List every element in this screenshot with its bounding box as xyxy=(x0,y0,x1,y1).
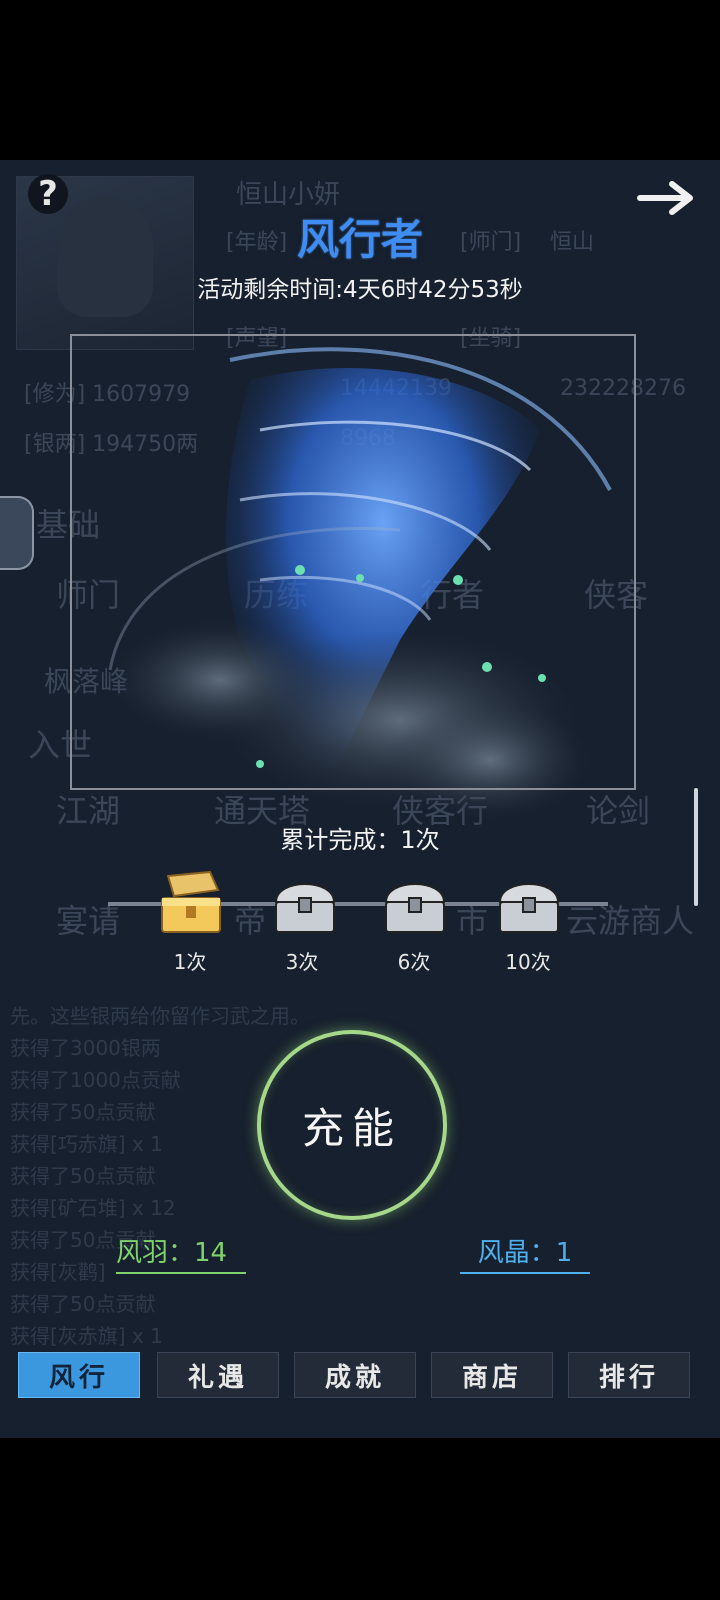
log-line: 获得了3000银两 xyxy=(10,1036,161,1060)
event-title: 风行者 xyxy=(296,215,423,264)
tab-liyu[interactable]: 礼遇 xyxy=(157,1352,279,1398)
tab-paihang[interactable]: 排行 xyxy=(568,1352,690,1398)
milestone-label: 3次 xyxy=(285,950,319,974)
milestone-label: 10次 xyxy=(505,950,551,974)
completed-count: 累计完成：1次 xyxy=(280,826,440,854)
tab-shangdian[interactable]: 商店 xyxy=(431,1352,553,1398)
log-line: 获得[灰赤旗] x 1 xyxy=(10,1324,163,1348)
log-line: 先。这些银两给你留作习武之用。 xyxy=(10,1004,310,1028)
charge-button[interactable]: 充能 xyxy=(257,1030,447,1220)
artwork-frame xyxy=(70,334,636,790)
event-timer: 活动剩余时间:4天6时42分53秒 xyxy=(197,277,523,303)
side-drawer-tab xyxy=(0,496,34,570)
wind-crystal-count: 风晶：1 xyxy=(460,1232,590,1274)
scrollbar[interactable] xyxy=(694,788,698,906)
milestone-label: 6次 xyxy=(397,950,431,974)
charge-button-label: 充能 xyxy=(301,1103,402,1153)
treasure-chest-open-icon[interactable] xyxy=(154,868,228,938)
game-screen: 恒山小妍 [年龄] [师门] 恒山 [声望] [坐骑] [修为] 1607979… xyxy=(0,160,720,1438)
wind-feather-count: 风羽：14 xyxy=(116,1232,246,1274)
bottom-tab-bar: 风行 礼遇 成就 商店 排行 xyxy=(18,1352,702,1400)
treasure-chest-icon[interactable] xyxy=(378,868,452,938)
bg-log: 先。这些银两给你留作习武之用。 获得了3000银两 获得了1000点贡献 获得了… xyxy=(10,1000,310,1352)
tab-fengxing[interactable]: 风行 xyxy=(18,1352,140,1398)
treasure-chest-icon[interactable] xyxy=(492,868,566,938)
log-line: 获得了50点贡献 xyxy=(10,1292,156,1316)
treasure-chest-icon[interactable] xyxy=(268,868,342,938)
milestone-label: 1次 xyxy=(173,950,207,974)
log-line: 获得[矿石堆] x 12 xyxy=(10,1196,176,1220)
tab-chengjiu[interactable]: 成就 xyxy=(294,1352,416,1398)
